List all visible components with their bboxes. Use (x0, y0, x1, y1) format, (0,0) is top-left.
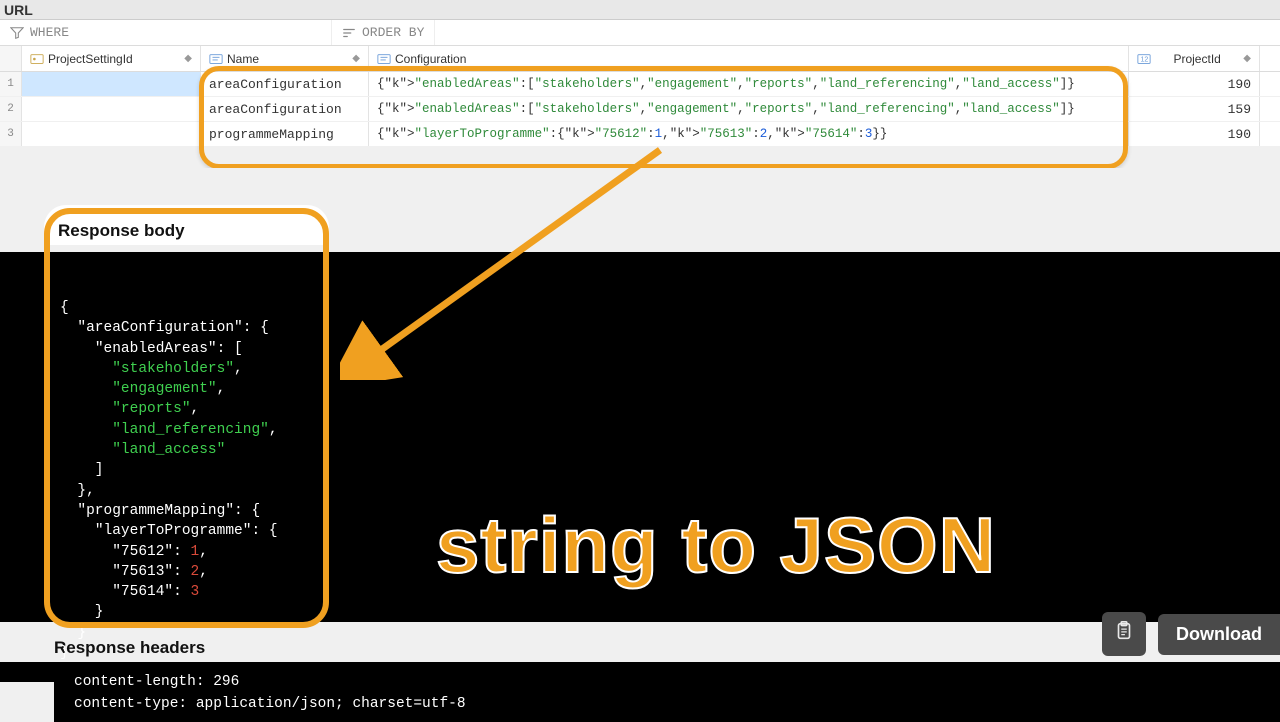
funnel-icon (10, 26, 24, 40)
response-panel: { "areaConfiguration": { "enabledAreas":… (0, 252, 1280, 682)
rownum-header (0, 46, 22, 71)
cell-projectid[interactable]: 159 (1129, 97, 1260, 121)
sort-indicator-icon: ◆ (352, 53, 360, 64)
where-filter[interactable]: WHERE (0, 20, 332, 45)
download-label: Download (1176, 624, 1262, 644)
numeric-column-icon: 12 (1137, 52, 1151, 66)
url-bar: URL (0, 0, 1280, 20)
row-number: 3 (0, 122, 22, 146)
orderby-filter[interactable]: ORDER BY (332, 20, 435, 45)
cell-projectid[interactable]: 190 (1129, 72, 1260, 96)
cell-projectsettingid[interactable] (22, 97, 201, 121)
filter-row: WHERE ORDER BY (0, 20, 1280, 46)
text-column-icon (377, 52, 391, 66)
cell-projectsettingid[interactable] (22, 122, 201, 146)
cell-configuration[interactable]: {"k">"enabledAreas":["stakeholders","eng… (369, 72, 1129, 96)
response-body-json: { "areaConfiguration": { "enabledAreas":… (60, 298, 278, 663)
cell-name[interactable]: areaConfiguration (201, 97, 369, 121)
table-row[interactable]: 3 programmeMapping {"k">"layerToProgramm… (0, 122, 1280, 147)
sort-indicator-icon: ◆ (184, 53, 192, 64)
annotation-text: string to JSON (436, 500, 996, 591)
grid-header: ProjectSettingId ◆ Name ◆ Configuration … (0, 46, 1280, 72)
col-label: ProjectId (1173, 52, 1220, 66)
table-row[interactable]: 2 areaConfiguration {"k">"enabledAreas":… (0, 97, 1280, 122)
header-line: content-type: application/json; charset=… (74, 696, 466, 712)
col-header-projectid[interactable]: 12 ProjectId ◆ (1129, 46, 1260, 71)
col-label: Configuration (395, 52, 466, 66)
key-column-icon (30, 52, 44, 66)
data-grid: ProjectSettingId ◆ Name ◆ Configuration … (0, 46, 1280, 147)
cell-projectid[interactable]: 190 (1129, 122, 1260, 146)
response-actions: Download (1102, 612, 1280, 656)
cell-projectsettingid[interactable] (22, 72, 201, 96)
download-button[interactable]: Download (1158, 614, 1280, 655)
orderby-label: ORDER BY (362, 25, 424, 40)
col-label: Name (227, 52, 259, 66)
row-number: 2 (0, 97, 22, 121)
sort-icon (342, 26, 356, 40)
col-label: ProjectSettingId (48, 52, 133, 66)
url-bar-label: URL (4, 2, 33, 18)
where-label: WHERE (30, 25, 69, 40)
response-headers-block: content-length: 296 content-type: applic… (54, 662, 1280, 722)
sort-indicator-icon: ◆ (1243, 53, 1251, 64)
cell-configuration[interactable]: {"k">"layerToProgramme":{"k">"75612":1,"… (369, 122, 1129, 146)
table-row[interactable]: 1 areaConfiguration {"k">"enabledAreas":… (0, 72, 1280, 97)
clipboard-icon (1113, 620, 1135, 648)
header-line: content-length: 296 (74, 674, 239, 690)
cell-configuration[interactable]: {"k">"enabledAreas":["stakeholders","eng… (369, 97, 1129, 121)
copy-button[interactable] (1102, 612, 1146, 656)
text-column-icon (209, 52, 223, 66)
svg-text:12: 12 (1141, 56, 1149, 63)
response-body-label: Response body (58, 221, 185, 241)
cell-name[interactable]: programmeMapping (201, 122, 369, 146)
col-header-configuration[interactable]: Configuration (369, 46, 1129, 71)
col-header-name[interactable]: Name ◆ (201, 46, 369, 71)
cell-name[interactable]: areaConfiguration (201, 72, 369, 96)
col-header-projectsettingid[interactable]: ProjectSettingId ◆ (22, 46, 201, 71)
row-number: 1 (0, 72, 22, 96)
